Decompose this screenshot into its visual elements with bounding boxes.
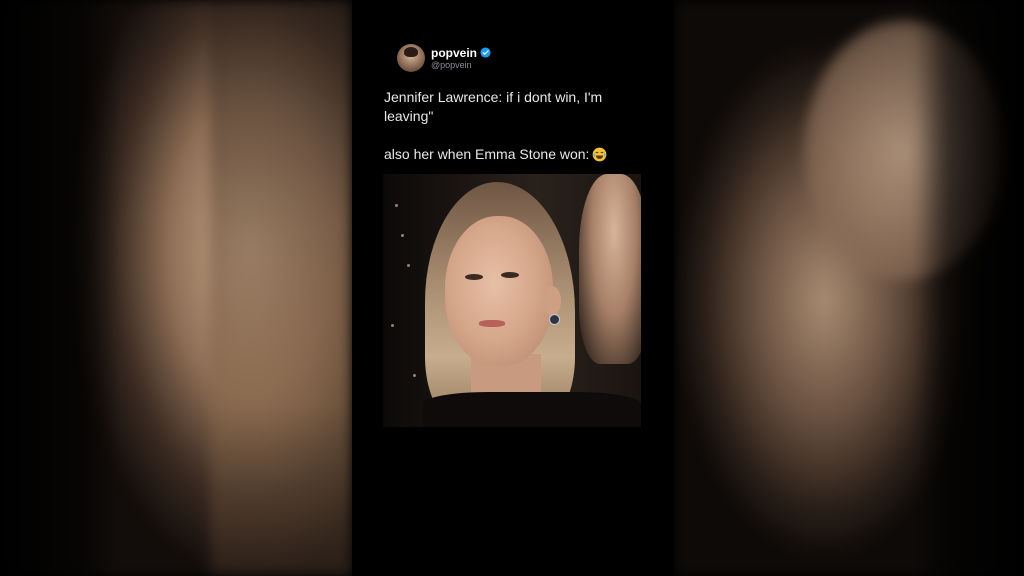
- tweet-media-photo[interactable]: [383, 174, 641, 427]
- blurred-background-left: [0, 0, 352, 576]
- blurred-background-right: [674, 0, 1024, 576]
- tweet-author: popvein @popvein: [431, 46, 491, 71]
- tweet-header: popvein @popvein: [397, 44, 491, 72]
- tweet-text-line-1: Jennifer Lawrence: if i dont win, I'm le…: [384, 89, 603, 124]
- verified-badge-icon: [480, 47, 491, 58]
- tweet-text-line-2-text: also her when Emma Stone won:: [384, 146, 590, 162]
- video-frame: popvein @popvein Jennifer Lawrence: if i…: [0, 0, 1024, 576]
- tweet-body: Jennifer Lawrence: if i dont win, I'm le…: [384, 88, 654, 164]
- handle[interactable]: @popvein: [431, 60, 491, 71]
- avatar[interactable]: [397, 44, 425, 72]
- face-with-tears-of-joy-emoji-icon: [593, 147, 607, 162]
- display-name[interactable]: popvein: [431, 46, 477, 60]
- tweet-screenshot: popvein @popvein Jennifer Lawrence: if i…: [352, 0, 674, 576]
- tweet-text-line-2: also her when Emma Stone won:: [384, 145, 654, 164]
